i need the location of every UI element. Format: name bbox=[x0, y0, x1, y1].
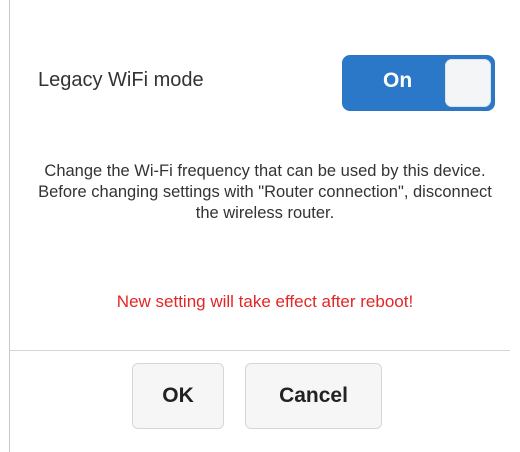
legacy-wifi-toggle[interactable]: On bbox=[342, 55, 495, 111]
description-text: Change the Wi-Fi frequency that can be u… bbox=[38, 162, 492, 222]
dialog-left-border bbox=[9, 0, 10, 452]
reboot-warning-text: New setting will take effect after reboo… bbox=[116, 292, 414, 311]
ok-button[interactable]: OK bbox=[132, 363, 224, 429]
cancel-button[interactable]: Cancel bbox=[245, 363, 382, 429]
legacy-wifi-dialog: Legacy WiFi mode On Change the Wi-Fi fre… bbox=[0, 0, 520, 452]
toggle-knob[interactable] bbox=[445, 59, 491, 107]
legacy-wifi-mode-label: Legacy WiFi mode bbox=[38, 69, 204, 91]
dialog-divider bbox=[10, 350, 510, 351]
legacy-wifi-setting-row: Legacy WiFi mode On bbox=[38, 55, 498, 111]
toggle-state-label: On bbox=[383, 69, 413, 92]
